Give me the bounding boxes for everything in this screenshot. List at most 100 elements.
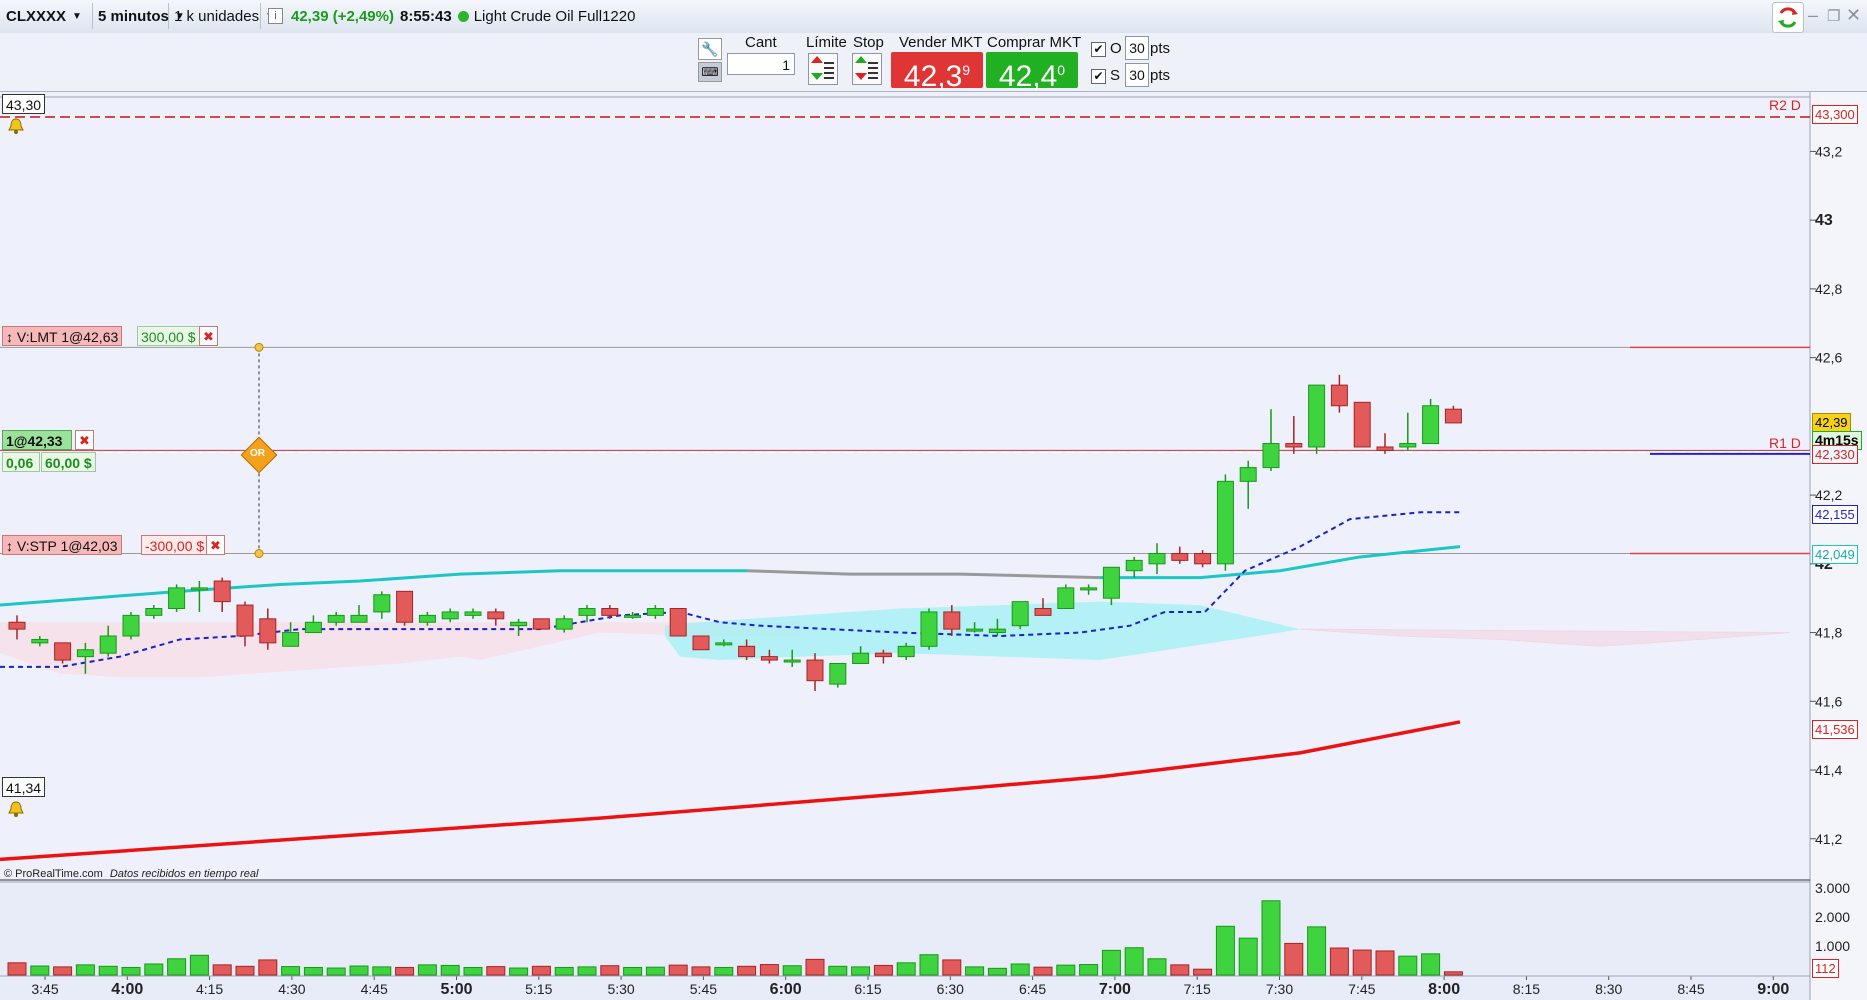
x-tick-label: 7:45 [1348,981,1375,997]
x-tick-label: 4:45 [361,981,388,997]
volume-bar [828,965,848,976]
buy-mkt-button[interactable]: 42,40 [986,52,1078,93]
or-handle [254,342,264,352]
volume-bar [98,965,118,976]
o-checkbox[interactable]: ✔ [1091,42,1106,57]
qty-label: Cant [745,34,777,51]
drag-icon[interactable]: ↕ [6,329,13,345]
y-tick-label: 43 [1815,212,1833,229]
drag-icon[interactable]: ↕ [6,538,13,554]
r2-label: R2 D [1769,97,1801,113]
volume-bar [144,963,164,976]
volume-bar [1101,949,1121,976]
o-pts-label: pts [1150,40,1171,57]
volume-bar [1261,900,1281,976]
volume-bar [1056,964,1076,976]
s-points-input[interactable]: 30 [1125,63,1149,87]
y-tick-label: 41,4 [1815,762,1842,778]
stop-order-button[interactable] [852,53,882,85]
position-tag[interactable]: 1@42,33 [2,430,72,450]
position-close-icon[interactable]: ✖ [75,430,94,450]
wrench-icon[interactable]: 🔧 [698,38,722,60]
volume-bar [691,966,711,976]
info-icon[interactable]: i [268,8,283,24]
buy-mkt-label: Comprar MKT [987,34,1082,51]
volume-tick-label: 3.000 [1815,880,1850,896]
r1-price-tag: 42,330 [1812,445,1858,464]
volume-bar [486,966,506,976]
volume-bar [1375,950,1395,976]
timeframe-label: 5 minutos [98,7,169,25]
bell-icon[interactable] [7,117,25,135]
x-tick-label: 8:00 [1428,981,1460,998]
volume-bar [258,959,278,976]
bell-icon[interactable] [7,800,25,818]
candle-body [988,628,1006,634]
o-label: O [1110,40,1122,57]
footer-brand: © ProRealTime.com [4,868,103,880]
limit-order-button[interactable] [808,53,838,85]
candle-body [738,645,756,658]
refresh-icon[interactable] [1772,2,1804,33]
volume-bar [805,958,825,976]
candle-body [168,587,186,610]
volume-bar [1079,964,1099,976]
volume-bar [281,966,301,976]
volume-bar [417,964,437,976]
y-tick-label: 42,2 [1815,487,1842,503]
volume-bar [896,962,916,976]
volume-bar [714,966,734,976]
chart-area[interactable]: 43,2 43 42,8 42,6 42,2 42 41,8 41,6 41,4 41,2 3.00… [0,92,1867,1000]
volume-bar [167,958,187,976]
volume-bar [623,966,643,976]
limit-label: Límite [806,34,847,51]
minimize-icon[interactable]: – [1808,5,1818,26]
volume-bar [7,962,27,976]
candle-body [1239,467,1257,482]
position-points: 0,06 [2,452,40,472]
volume-bar [1238,937,1258,976]
stop-order-tag[interactable]: ↕ V:STP 1@42,03 [2,535,122,555]
sell-mkt-button[interactable]: 42,39 [891,52,983,93]
candle-body [920,611,938,647]
volume-tick-label: 2.000 [1815,909,1850,925]
symbol-selector[interactable]: CLXXXX ▼ [0,3,93,29]
stop-order-pnl: -300,00 $ [141,535,209,555]
volume-bar [965,966,985,976]
timeframe-selector[interactable]: 5 minutos ▼ [92,3,185,29]
limit-cancel-icon[interactable]: ✖ [199,326,218,346]
volume-bar [53,966,73,976]
limit-order-tag[interactable]: ↕ V:LMT 1@42,63 [2,326,123,346]
candle-body [213,580,231,603]
volume-bar [1284,942,1304,976]
keyboard-icon[interactable]: ⌨ [698,62,722,82]
volume-bar [1443,971,1463,976]
qty-input[interactable]: 1 [727,53,795,75]
candle-body [1285,443,1303,448]
restore-icon[interactable]: ❐ [1827,7,1840,25]
x-tick-label: 7:30 [1266,981,1293,997]
or-handle [254,549,264,559]
x-tick-label: 4:30 [278,981,305,997]
x-tick-label: 6:30 [937,981,964,997]
candle-body [669,608,687,637]
volume-bar [303,966,323,976]
units-selector[interactable]: 1 k unidades▼ [168,3,275,29]
x-tick-label: 4:00 [111,981,143,998]
volume-last-tag: 112 [1812,959,1839,978]
stop-cancel-icon[interactable]: ✖ [206,535,225,555]
stop-order-label: V:STP 1@42,03 [16,538,118,554]
y-tick-label: 42,6 [1815,350,1842,366]
y-tick-label: 41,2 [1815,831,1842,847]
footer-realtime: Datos recibidos en tiempo real [109,868,259,880]
volume-bar [600,965,620,976]
candle-body [145,608,163,616]
x-tick-label: 7:00 [1099,981,1131,998]
volume-bar [1329,947,1349,976]
volume-bar [1215,925,1235,976]
close-icon[interactable]: ✕ [1846,5,1861,26]
price-chart[interactable]: 43,24342,842,642,24241,841,641,441,23.00… [0,92,1867,1000]
candle-body [715,642,733,646]
s-checkbox[interactable]: ✔ [1091,69,1106,84]
o-points-input[interactable]: 30 [1125,36,1149,60]
